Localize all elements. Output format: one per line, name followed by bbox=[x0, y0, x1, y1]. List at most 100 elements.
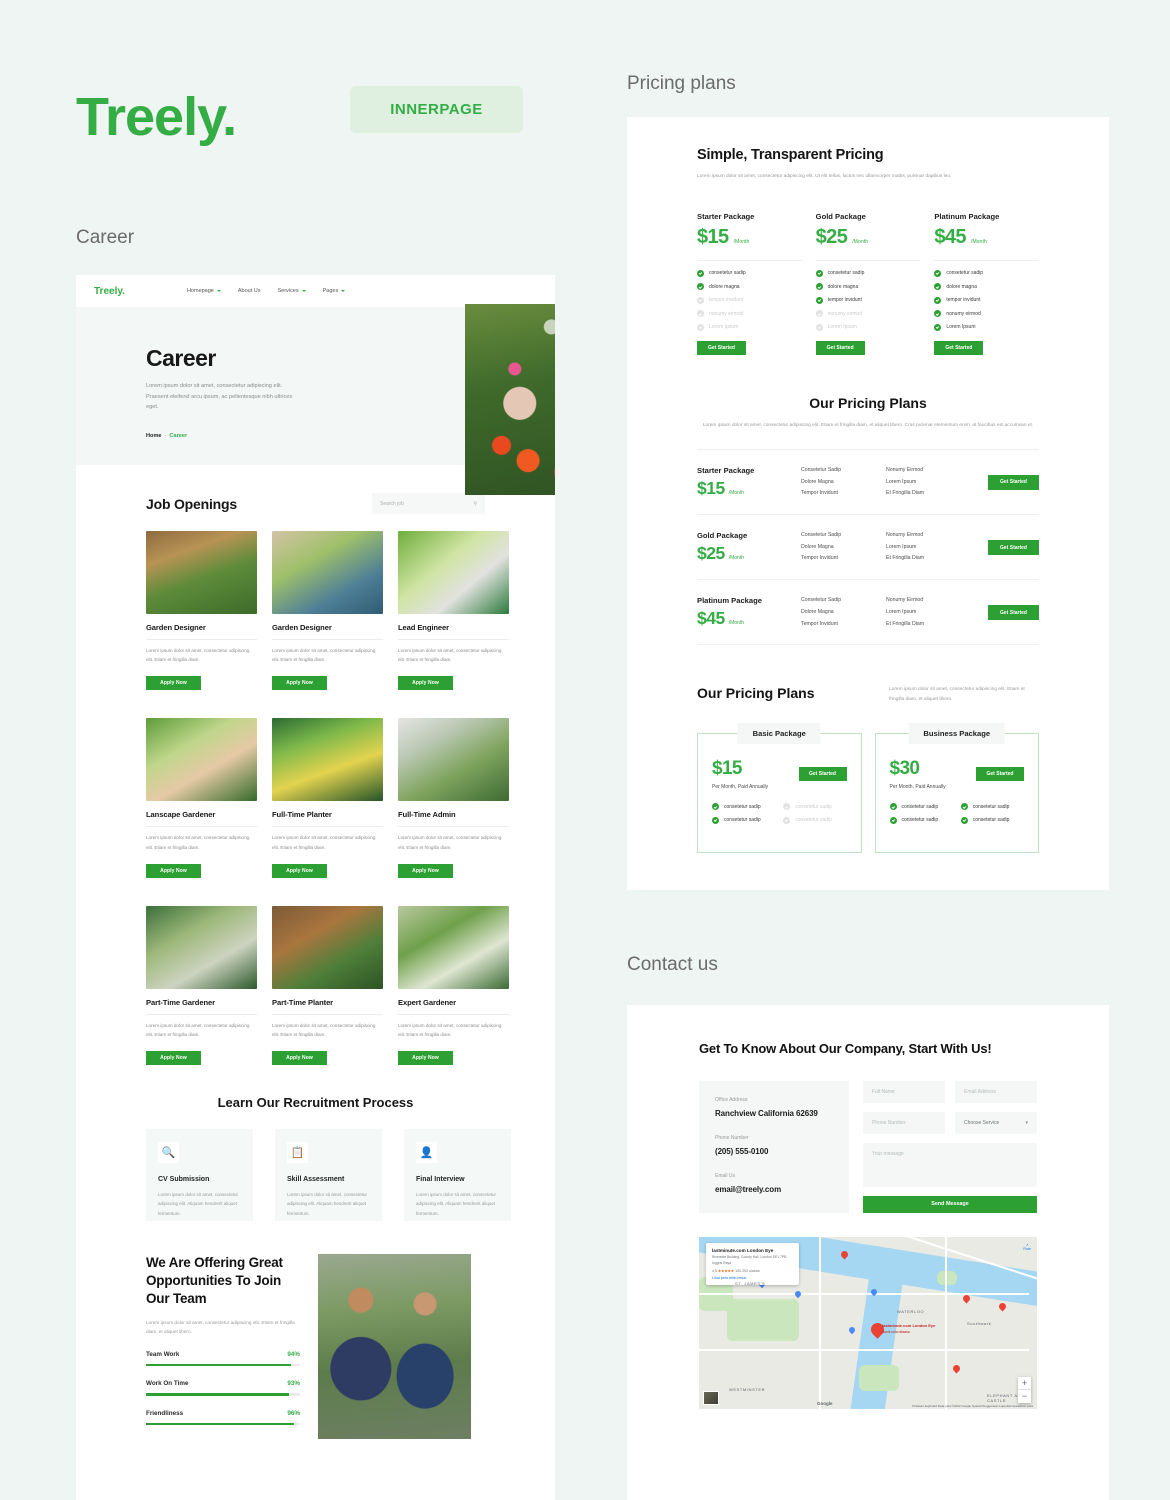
plan-feature-label: consetetur sadip bbox=[827, 270, 865, 277]
plan-name: Platinum Package bbox=[934, 211, 1000, 221]
pricing-row: Starter Package $15/Month Consetetur Sadip… bbox=[697, 448, 1039, 515]
apply-now-button[interactable]: Apply Now bbox=[146, 676, 201, 691]
send-message-button[interactable]: Send Message bbox=[863, 1195, 1037, 1213]
check-circle-icon bbox=[697, 323, 704, 331]
checklist-icon: 📋 bbox=[287, 1142, 308, 1164]
job-card: Garden Designer Lorem ipsum dolor sit ame… bbox=[146, 531, 257, 691]
innerpage-badge[interactable]: INNERPAGE bbox=[350, 86, 523, 133]
search-icon[interactable]: ⚲ bbox=[473, 501, 477, 507]
get-started-button[interactable]: Get Started bbox=[798, 767, 847, 782]
get-started-button[interactable]: Get Started bbox=[697, 340, 746, 355]
divider bbox=[146, 826, 257, 828]
service-select[interactable]: Choose Service ▾ bbox=[955, 1111, 1037, 1134]
package-features: consetetur sadip consetetur sadip consetet… bbox=[889, 803, 1025, 830]
pricing-row-feature: Lorem Ipsum bbox=[886, 543, 917, 550]
map-directions-button[interactable]: ➚ Rute bbox=[1023, 1243, 1031, 1251]
map-info-card[interactable]: lastminute.com London Eye Riverside Buil… bbox=[706, 1242, 799, 1286]
plan-feature-label: Lorem Ipsum bbox=[709, 324, 739, 331]
map-card-link[interactable]: Lihat peta lebih besar bbox=[712, 1276, 793, 1280]
job-card: Garden Designer Lorem ipsum dolor sit ame… bbox=[272, 531, 383, 691]
pricing-row-name: Gold Package bbox=[697, 531, 748, 541]
career-page-mockup: Treely. Homepage About Us Services Pages… bbox=[76, 275, 555, 1500]
email-field[interactable]: Email Address bbox=[955, 1080, 1037, 1103]
plan-feature-label: nonumy eirmod bbox=[946, 310, 981, 317]
plan-feature: tempor invidunt bbox=[697, 296, 802, 304]
package-tag: Business Package bbox=[908, 723, 1006, 745]
nav-item-services[interactable]: Services bbox=[278, 288, 306, 294]
package-note: Per Month, Paid Annually bbox=[889, 784, 946, 791]
job-card: Lanscape Gardener Lorem ipsum dolor sit a… bbox=[146, 718, 257, 878]
contact-info-panel: Office Address Ranchview California 62639… bbox=[699, 1080, 849, 1213]
pricing-row-price: $15/Month bbox=[697, 478, 801, 499]
check-circle-icon bbox=[934, 283, 942, 291]
skill-label: Team Work bbox=[146, 1350, 180, 1358]
pricing-row-col-a: Consetetur Sadip Dolore Magna Tempor Invid… bbox=[801, 530, 886, 565]
apply-now-button[interactable]: Apply Now bbox=[272, 863, 327, 878]
offering-title: We Are Offering Great Opportunities To J… bbox=[146, 1255, 283, 1306]
apply-now-button[interactable]: Apply Now bbox=[398, 863, 453, 878]
hero-image bbox=[465, 304, 555, 495]
package-note: Per Month, Paid Annually bbox=[712, 784, 769, 791]
map-streetview-thumbnail[interactable] bbox=[703, 1390, 719, 1405]
job-card-title: Full-Time Admin bbox=[398, 810, 456, 820]
job-card-description: Lorem ipsum dolor sit amet, consectetur … bbox=[398, 835, 502, 850]
pricing-row-price: $45/Month bbox=[697, 608, 801, 629]
nav-item-homepage[interactable]: Homepage bbox=[187, 288, 221, 294]
apply-now-button[interactable]: Apply Now bbox=[398, 1051, 453, 1066]
full-name-field[interactable]: Full Name bbox=[863, 1080, 945, 1103]
get-started-button[interactable]: Get Started bbox=[815, 340, 865, 355]
apply-now-button[interactable]: Apply Now bbox=[398, 676, 453, 691]
pricing-page-mockup: Simple, Transparent Pricing Lorem ipsum … bbox=[627, 117, 1109, 890]
package-feature: consetetur sadip bbox=[889, 816, 953, 824]
get-started-button[interactable]: Get Started bbox=[934, 340, 984, 355]
map-pin-subtitle: Ikonik roda raksasa bbox=[882, 1329, 910, 1334]
map-attribution: Pintasan keyboard Data peta ©2022 Google… bbox=[912, 1403, 1033, 1408]
pricing-plan-columns: Starter Package $15/Month consetetur sadip… bbox=[697, 212, 1039, 355]
pricing-row-feature: Tempor Invidunt bbox=[801, 555, 838, 562]
chevron-down-icon bbox=[216, 290, 221, 292]
pricing-package-card: Basic Package $15 Per Month, Paid Annually… bbox=[697, 723, 862, 854]
map-place-label: WESTMINSTER bbox=[729, 1386, 766, 1392]
job-card-image bbox=[398, 905, 509, 989]
get-started-button[interactable]: Get Started bbox=[988, 474, 1039, 490]
section-label-pricing: Pricing plans bbox=[627, 73, 736, 94]
nav-item-pages[interactable]: Pages bbox=[323, 288, 346, 294]
location-map[interactable]: lastminute.com London Eye Ikonik roda ra… bbox=[699, 1236, 1037, 1409]
google-logo: Google bbox=[817, 1400, 833, 1406]
breadcrumb: Home - Career bbox=[146, 433, 187, 439]
map-zoom-controls[interactable]: + − bbox=[1018, 1376, 1031, 1403]
recruitment-step: 👤 Final Interview Lorem ipsum dolor sit am… bbox=[404, 1129, 511, 1222]
breadcrumb-home[interactable]: Home bbox=[146, 433, 162, 439]
skill-fill bbox=[146, 1363, 291, 1367]
plan-feature-label: tempor invidunt bbox=[709, 297, 744, 304]
recruitment-step-title: Skill Assessment bbox=[287, 1176, 345, 1184]
search-input[interactable]: Search job ⚲ bbox=[372, 493, 485, 514]
breadcrumb-separator: - bbox=[164, 433, 167, 439]
zoom-out-button[interactable]: − bbox=[1018, 1390, 1031, 1403]
package-feature: consetetur sadip bbox=[960, 803, 1024, 811]
divider bbox=[398, 639, 509, 640]
job-card-description: Lorem ipsum dolor sit amet, consectetur … bbox=[146, 835, 250, 850]
check-circle-icon bbox=[697, 283, 704, 291]
phone-field[interactable]: Phone Number bbox=[863, 1111, 945, 1134]
divider bbox=[146, 1013, 257, 1015]
package-features-right: consetetur sadip consetetur sadip bbox=[960, 803, 1024, 830]
get-started-button[interactable]: Get Started bbox=[976, 767, 1024, 782]
zoom-in-button[interactable]: + bbox=[1018, 1377, 1031, 1390]
recruitment-step-description: Lorem ipsum dolor sit amet, consectetur … bbox=[287, 1192, 368, 1216]
apply-now-button[interactable]: Apply Now bbox=[146, 1051, 201, 1066]
apply-now-button[interactable]: Apply Now bbox=[272, 1051, 327, 1066]
apply-now-button[interactable]: Apply Now bbox=[146, 863, 201, 878]
check-circle-icon bbox=[934, 310, 942, 318]
get-started-button[interactable]: Get Started bbox=[988, 540, 1039, 556]
map-place-label: WATERLOO bbox=[897, 1308, 925, 1314]
recruitment-step: 📋 Skill Assessment Lorem ipsum dolor sit a… bbox=[275, 1129, 382, 1222]
nav-item-about[interactable]: About Us bbox=[238, 288, 261, 294]
apply-now-button[interactable]: Apply Now bbox=[272, 676, 327, 691]
pricing-plan-column: Starter Package $15/Month consetetur sadip… bbox=[697, 212, 802, 355]
innerpage-badge-label: INNERPAGE bbox=[390, 101, 483, 118]
divider bbox=[697, 259, 802, 261]
get-started-button[interactable]: Get Started bbox=[988, 605, 1039, 621]
pricing-package-cards: Basic Package $15 Per Month, Paid Annually… bbox=[697, 723, 1039, 854]
message-textarea[interactable]: Your message bbox=[863, 1142, 1037, 1187]
